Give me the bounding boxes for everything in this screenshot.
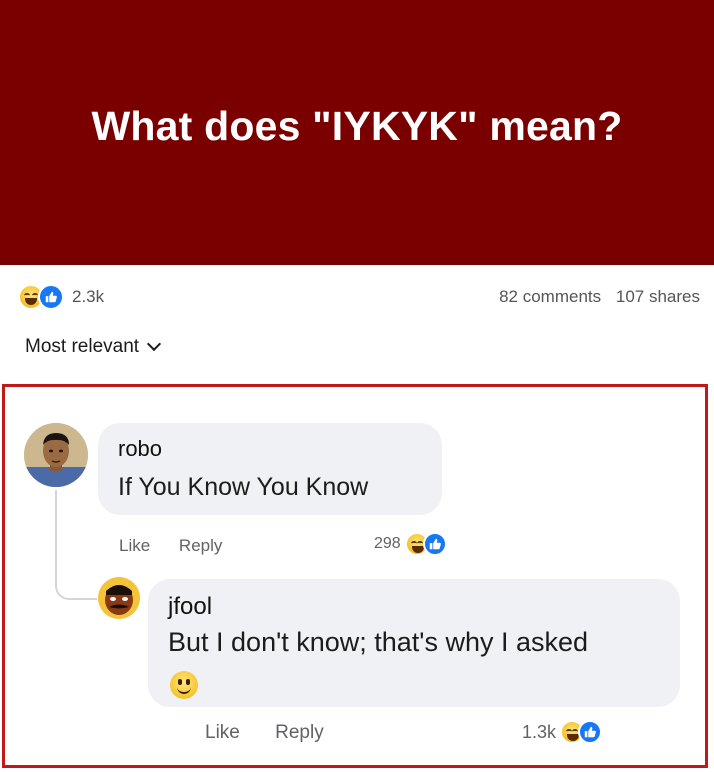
comment-text: But I don't know; that's why I asked bbox=[168, 627, 589, 657]
comment-reaction-count: 1.3k bbox=[522, 721, 557, 742]
reply-button[interactable]: Reply bbox=[179, 536, 222, 555]
title-banner: What does "IYKYK" mean? bbox=[0, 0, 714, 265]
shares-count-link[interactable]: 107 shares bbox=[616, 287, 700, 306]
reply-thread-connector bbox=[55, 490, 97, 600]
smile-emoji-icon bbox=[170, 671, 198, 699]
avatar[interactable] bbox=[24, 423, 88, 487]
comment-actions: Like Reply bbox=[205, 722, 324, 744]
post-stats-bar: 2.3k 82 comments 107 shares bbox=[0, 272, 714, 322]
banner-title: What does "IYKYK" mean? bbox=[91, 103, 623, 149]
comment-reactions[interactable]: 298 bbox=[374, 532, 447, 556]
like-button[interactable]: Like bbox=[205, 722, 240, 743]
reaction-count: 2.3k bbox=[72, 287, 105, 306]
sort-dropdown[interactable]: Most relevant bbox=[25, 336, 162, 358]
comment-bubble: robo If You Know You Know bbox=[98, 423, 442, 515]
reply-bubble: jfool But I don't know; that's why I ask… bbox=[148, 579, 680, 707]
avatar[interactable] bbox=[98, 577, 140, 619]
comment-author[interactable]: jfool bbox=[168, 593, 212, 621]
like-icon bbox=[578, 720, 603, 744]
chevron-down-icon bbox=[146, 336, 162, 352]
comment-reaction-count: 298 bbox=[374, 535, 401, 552]
reply-button[interactable]: Reply bbox=[275, 722, 324, 743]
like-button[interactable]: Like bbox=[119, 536, 150, 555]
post-reactions[interactable]: 2.3k bbox=[18, 284, 104, 310]
comment-text: If You Know You Know bbox=[118, 473, 369, 501]
sort-label: Most relevant bbox=[25, 336, 140, 357]
like-icon bbox=[38, 284, 64, 310]
comments-count-link[interactable]: 82 comments bbox=[499, 287, 601, 306]
comment-author[interactable]: robo bbox=[118, 436, 162, 462]
comment-reactions[interactable]: 1.3k bbox=[522, 720, 603, 744]
comment-actions: Like Reply bbox=[119, 536, 222, 556]
like-icon bbox=[422, 532, 447, 556]
